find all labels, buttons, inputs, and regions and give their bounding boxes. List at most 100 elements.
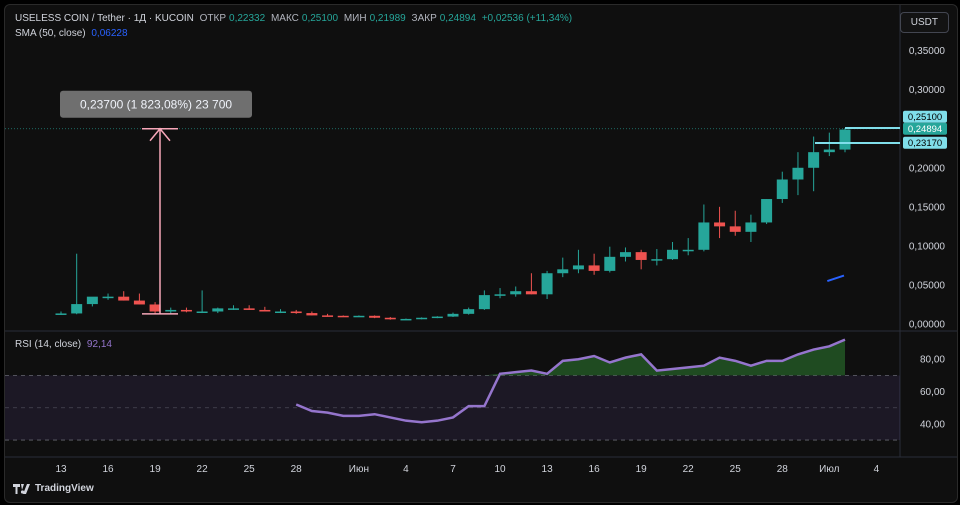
time-tick-label: 13	[542, 464, 554, 475]
candle-body	[792, 167, 804, 180]
candle-body	[557, 269, 569, 274]
candle-body	[463, 309, 475, 314]
candle	[259, 306, 271, 312]
open-value: 0,22332	[229, 13, 266, 24]
candle	[118, 291, 130, 301]
candle-body	[667, 249, 679, 260]
candle-body	[118, 296, 130, 301]
candle	[635, 249, 647, 270]
candle-body	[149, 304, 161, 312]
candle-body	[212, 308, 224, 312]
candle	[525, 273, 537, 295]
measure-tool: 0,23700 (1 823,08%) 23 700	[60, 90, 252, 315]
candle	[290, 309, 302, 314]
candle-body	[102, 296, 114, 299]
candle-body	[290, 311, 302, 314]
candle-body	[525, 291, 537, 295]
candle	[651, 249, 663, 266]
candle-body	[275, 311, 287, 314]
tradingview-icon	[13, 483, 30, 494]
candle	[196, 290, 208, 314]
candle	[839, 127, 851, 153]
candle-body	[619, 252, 631, 257]
candle-body	[839, 129, 851, 150]
candle-body	[369, 315, 381, 318]
rsi-tick-label: 60,00	[920, 387, 945, 398]
candle	[510, 286, 522, 297]
chart-window: 0,000000,050000,100000,150000,200000,250…	[4, 4, 958, 503]
low-label: МИН	[343, 13, 367, 24]
price-tick-label: 0,35000	[909, 46, 946, 57]
candle-body	[745, 222, 757, 232]
candle	[384, 316, 396, 320]
candle-body	[682, 249, 694, 252]
price-tick-label: 0,15000	[909, 202, 946, 213]
time-tick-label: 10	[494, 464, 506, 475]
candle	[714, 206, 726, 239]
candle-body	[400, 318, 412, 321]
candle-body	[196, 311, 208, 314]
candle-body	[572, 265, 584, 270]
price-tick-label: 0,20000	[909, 163, 946, 174]
candle	[71, 253, 83, 315]
candle-body	[447, 313, 459, 317]
time-tick-label: 4	[874, 464, 880, 475]
candle	[243, 305, 255, 310]
candle	[416, 317, 428, 320]
rsi-value: 92,14	[86, 339, 112, 350]
candle	[823, 132, 835, 157]
price-tag-text: 0,23170	[908, 138, 942, 149]
time-tick-label: 4	[403, 464, 409, 475]
candle	[322, 313, 334, 317]
candle	[275, 309, 287, 314]
sma-line	[827, 274, 845, 282]
candle	[667, 241, 679, 260]
candle-body	[494, 294, 506, 296]
candle	[792, 152, 804, 196]
close-label: ЗАКР	[411, 13, 437, 24]
candle	[369, 315, 381, 319]
rsi-label: RSI (14, close)	[15, 339, 82, 350]
tradingview-logo[interactable]: TradingView	[13, 483, 94, 494]
high-price-tag: 0,25100	[903, 110, 947, 123]
candle-body	[776, 179, 788, 200]
low-value: 0,21989	[369, 13, 406, 24]
chart-canvas[interactable]: 0,000000,050000,100000,150000,200000,250…	[5, 5, 957, 502]
candle-body	[714, 222, 726, 227]
candle-body	[478, 295, 490, 310]
measure-label: 0,23700 (1 823,08%) 23 700	[80, 98, 232, 112]
candle-body	[635, 252, 647, 260]
brand-name: TradingView	[35, 483, 94, 494]
candle	[165, 307, 177, 314]
price-tag-text: 0,25100	[908, 112, 942, 123]
candle	[180, 307, 192, 313]
price-tag-text: 0,24894	[908, 124, 942, 135]
sma-value: 0,06228	[91, 28, 128, 39]
time-tick-label: Июн	[349, 464, 369, 475]
candle-body	[243, 308, 255, 310]
candle	[431, 316, 443, 319]
candle-body	[651, 259, 663, 261]
candle-body	[588, 265, 600, 271]
candle	[337, 315, 349, 318]
candle	[212, 307, 224, 314]
high-label: МАКС	[270, 13, 299, 24]
price-tick-label: 0,10000	[909, 241, 946, 252]
candle	[808, 136, 820, 192]
candle-body	[71, 304, 83, 314]
candle	[494, 288, 506, 299]
time-tick-label: 22	[197, 464, 209, 475]
candle	[682, 238, 694, 256]
currency-button[interactable]: USDT	[899, 12, 949, 33]
candle-body	[808, 152, 820, 168]
time-tick-label: 25	[730, 464, 742, 475]
candle-body	[431, 316, 443, 319]
time-tick-label: 22	[683, 464, 695, 475]
candle	[86, 296, 98, 307]
rsi-legend[interactable]: RSI (14, close) 92,14	[15, 339, 115, 350]
candle-body	[729, 226, 741, 232]
candle	[698, 204, 710, 252]
sma-legend[interactable]: SMA (50, close) 0,06228	[15, 28, 131, 39]
candle-body	[227, 308, 239, 310]
candle	[745, 214, 757, 242]
